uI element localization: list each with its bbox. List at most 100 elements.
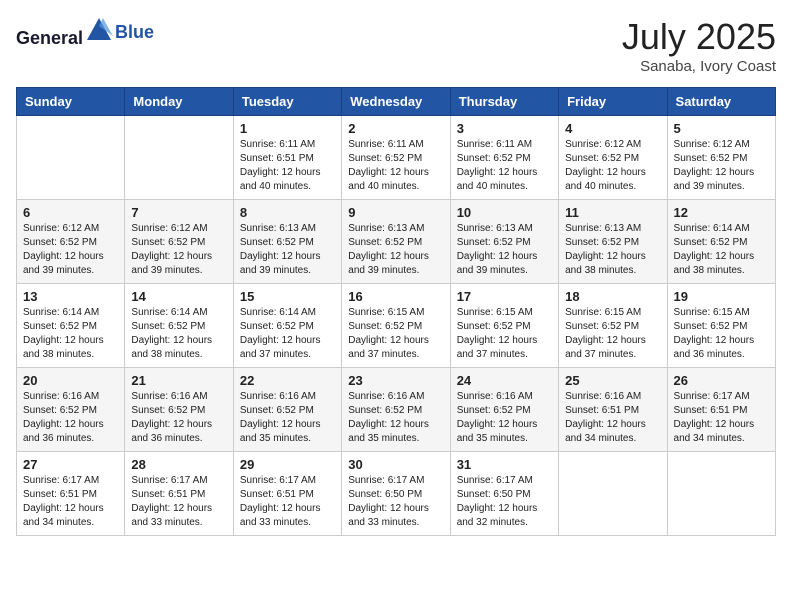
calendar-cell: 8 Sunrise: 6:13 AM Sunset: 6:52 PM Daylig… xyxy=(233,200,341,284)
day-info: Sunrise: 6:17 AM Sunset: 6:51 PM Dayligh… xyxy=(131,474,226,530)
day-info: Sunrise: 6:14 AM Sunset: 6:52 PM Dayligh… xyxy=(240,306,335,362)
day-number: 6 xyxy=(23,205,118,220)
calendar-cell xyxy=(667,452,775,536)
calendar-week-row: 1 Sunrise: 6:11 AM Sunset: 6:51 PM Daylig… xyxy=(17,116,776,200)
calendar-cell: 21 Sunrise: 6:16 AM Sunset: 6:52 PM Dayli… xyxy=(125,368,233,452)
calendar-cell: 2 Sunrise: 6:11 AM Sunset: 6:52 PM Daylig… xyxy=(342,116,450,200)
calendar-cell: 9 Sunrise: 6:13 AM Sunset: 6:52 PM Daylig… xyxy=(342,200,450,284)
weekday-header-saturday: Saturday xyxy=(667,88,775,116)
calendar-cell: 20 Sunrise: 6:16 AM Sunset: 6:52 PM Dayli… xyxy=(17,368,125,452)
calendar-cell: 17 Sunrise: 6:15 AM Sunset: 6:52 PM Dayli… xyxy=(450,284,558,368)
logo-general: General xyxy=(16,28,83,48)
logo-icon xyxy=(85,16,113,44)
weekday-header-thursday: Thursday xyxy=(450,88,558,116)
day-info: Sunrise: 6:14 AM Sunset: 6:52 PM Dayligh… xyxy=(674,222,769,278)
calendar-cell: 15 Sunrise: 6:14 AM Sunset: 6:52 PM Dayli… xyxy=(233,284,341,368)
calendar-table: SundayMondayTuesdayWednesdayThursdayFrid… xyxy=(16,87,776,536)
calendar-cell xyxy=(125,116,233,200)
day-info: Sunrise: 6:17 AM Sunset: 6:50 PM Dayligh… xyxy=(348,474,443,530)
calendar-cell: 25 Sunrise: 6:16 AM Sunset: 6:51 PM Dayli… xyxy=(559,368,667,452)
day-info: Sunrise: 6:14 AM Sunset: 6:52 PM Dayligh… xyxy=(23,306,118,362)
calendar-cell: 18Sunrise: 6:15 AM Sunset: 6:52 PM Dayli… xyxy=(559,284,667,368)
day-number: 5 xyxy=(674,121,769,136)
day-info: Sunrise: 6:11 AM Sunset: 6:52 PM Dayligh… xyxy=(457,138,552,194)
day-info: Sunrise: 6:15 AM Sunset: 6:52 PM Dayligh… xyxy=(674,306,769,362)
location: Sanaba, Ivory Coast xyxy=(622,58,776,75)
day-info: Sunrise: 6:17 AM Sunset: 6:50 PM Dayligh… xyxy=(457,474,552,530)
calendar-cell: 7 Sunrise: 6:12 AM Sunset: 6:52 PM Daylig… xyxy=(125,200,233,284)
day-number: 9 xyxy=(348,205,443,220)
calendar-cell xyxy=(559,452,667,536)
page-header: General Blue July 2025 Sanaba, Ivory Coa… xyxy=(16,16,776,75)
day-number: 27 xyxy=(23,457,118,472)
weekday-header-sunday: Sunday xyxy=(17,88,125,116)
day-info: Sunrise: 6:11 AM Sunset: 6:51 PM Dayligh… xyxy=(240,138,335,194)
day-number: 25 xyxy=(565,373,660,388)
weekday-header-row: SundayMondayTuesdayWednesdayThursdayFrid… xyxy=(17,88,776,116)
calendar-cell: 6 Sunrise: 6:12 AM Sunset: 6:52 PM Daylig… xyxy=(17,200,125,284)
day-info: Sunrise: 6:11 AM Sunset: 6:52 PM Dayligh… xyxy=(348,138,443,194)
day-info: Sunrise: 6:16 AM Sunset: 6:52 PM Dayligh… xyxy=(23,390,118,446)
day-number: 31 xyxy=(457,457,552,472)
day-number: 26 xyxy=(674,373,769,388)
day-number: 7 xyxy=(131,205,226,220)
day-info: Sunrise: 6:12 AM Sunset: 6:52 PM Dayligh… xyxy=(131,222,226,278)
day-number: 29 xyxy=(240,457,335,472)
day-number: 23 xyxy=(348,373,443,388)
day-number: 2 xyxy=(348,121,443,136)
day-number: 28 xyxy=(131,457,226,472)
logo: General Blue xyxy=(16,16,154,49)
weekday-header-wednesday: Wednesday xyxy=(342,88,450,116)
calendar-cell: 26 Sunrise: 6:17 AM Sunset: 6:51 PM Dayli… xyxy=(667,368,775,452)
day-info: Sunrise: 6:17 AM Sunset: 6:51 PM Dayligh… xyxy=(23,474,118,530)
calendar-cell: 1 Sunrise: 6:11 AM Sunset: 6:51 PM Daylig… xyxy=(233,116,341,200)
day-number: 15 xyxy=(240,289,335,304)
calendar-cell: 14 Sunrise: 6:14 AM Sunset: 6:52 PM Dayli… xyxy=(125,284,233,368)
day-info: Sunrise: 6:16 AM Sunset: 6:52 PM Dayligh… xyxy=(240,390,335,446)
day-info: Sunrise: 6:15 AM Sunset: 6:52 PM Dayligh… xyxy=(348,306,443,362)
day-number: 22 xyxy=(240,373,335,388)
day-number: 12 xyxy=(674,205,769,220)
day-info: Sunrise: 6:15 AM Sunset: 6:52 PM Dayligh… xyxy=(565,306,660,362)
day-number: 30 xyxy=(348,457,443,472)
calendar-cell: 4 Sunrise: 6:12 AM Sunset: 6:52 PM Daylig… xyxy=(559,116,667,200)
day-info: Sunrise: 6:13 AM Sunset: 6:52 PM Dayligh… xyxy=(565,222,660,278)
weekday-header-tuesday: Tuesday xyxy=(233,88,341,116)
day-number: 21 xyxy=(131,373,226,388)
day-number: 4 xyxy=(565,121,660,136)
calendar-cell: 29Sunrise: 6:17 AM Sunset: 6:51 PM Dayli… xyxy=(233,452,341,536)
day-info: Sunrise: 6:16 AM Sunset: 6:52 PM Dayligh… xyxy=(131,390,226,446)
calendar-cell: 31 Sunrise: 6:17 AM Sunset: 6:50 PM Dayli… xyxy=(450,452,558,536)
calendar-cell: 16Sunrise: 6:15 AM Sunset: 6:52 PM Dayli… xyxy=(342,284,450,368)
day-number: 20 xyxy=(23,373,118,388)
month-year: July 2025 xyxy=(622,16,776,58)
day-info: Sunrise: 6:17 AM Sunset: 6:51 PM Dayligh… xyxy=(674,390,769,446)
day-info: Sunrise: 6:12 AM Sunset: 6:52 PM Dayligh… xyxy=(674,138,769,194)
calendar-cell xyxy=(17,116,125,200)
day-number: 14 xyxy=(131,289,226,304)
calendar-cell: 19Sunrise: 6:15 AM Sunset: 6:52 PM Dayli… xyxy=(667,284,775,368)
calendar-cell: 28 Sunrise: 6:17 AM Sunset: 6:51 PM Dayli… xyxy=(125,452,233,536)
day-number: 1 xyxy=(240,121,335,136)
calendar-cell: 23Sunrise: 6:16 AM Sunset: 6:52 PM Dayli… xyxy=(342,368,450,452)
day-info: Sunrise: 6:12 AM Sunset: 6:52 PM Dayligh… xyxy=(23,222,118,278)
weekday-header-friday: Friday xyxy=(559,88,667,116)
day-info: Sunrise: 6:12 AM Sunset: 6:52 PM Dayligh… xyxy=(565,138,660,194)
calendar-cell: 27 Sunrise: 6:17 AM Sunset: 6:51 PM Dayli… xyxy=(17,452,125,536)
day-info: Sunrise: 6:15 AM Sunset: 6:52 PM Dayligh… xyxy=(457,306,552,362)
day-number: 24 xyxy=(457,373,552,388)
day-number: 10 xyxy=(457,205,552,220)
day-number: 8 xyxy=(240,205,335,220)
day-info: Sunrise: 6:13 AM Sunset: 6:52 PM Dayligh… xyxy=(457,222,552,278)
calendar-cell: 30 Sunrise: 6:17 AM Sunset: 6:50 PM Dayli… xyxy=(342,452,450,536)
calendar-cell: 5 Sunrise: 6:12 AM Sunset: 6:52 PM Daylig… xyxy=(667,116,775,200)
day-info: Sunrise: 6:14 AM Sunset: 6:52 PM Dayligh… xyxy=(131,306,226,362)
calendar-cell: 11Sunrise: 6:13 AM Sunset: 6:52 PM Dayli… xyxy=(559,200,667,284)
day-info: Sunrise: 6:16 AM Sunset: 6:51 PM Dayligh… xyxy=(565,390,660,446)
calendar-cell: 24Sunrise: 6:16 AM Sunset: 6:52 PM Dayli… xyxy=(450,368,558,452)
day-number: 3 xyxy=(457,121,552,136)
day-info: Sunrise: 6:13 AM Sunset: 6:52 PM Dayligh… xyxy=(348,222,443,278)
day-info: Sunrise: 6:13 AM Sunset: 6:52 PM Dayligh… xyxy=(240,222,335,278)
day-number: 17 xyxy=(457,289,552,304)
calendar-cell: 13Sunrise: 6:14 AM Sunset: 6:52 PM Dayli… xyxy=(17,284,125,368)
